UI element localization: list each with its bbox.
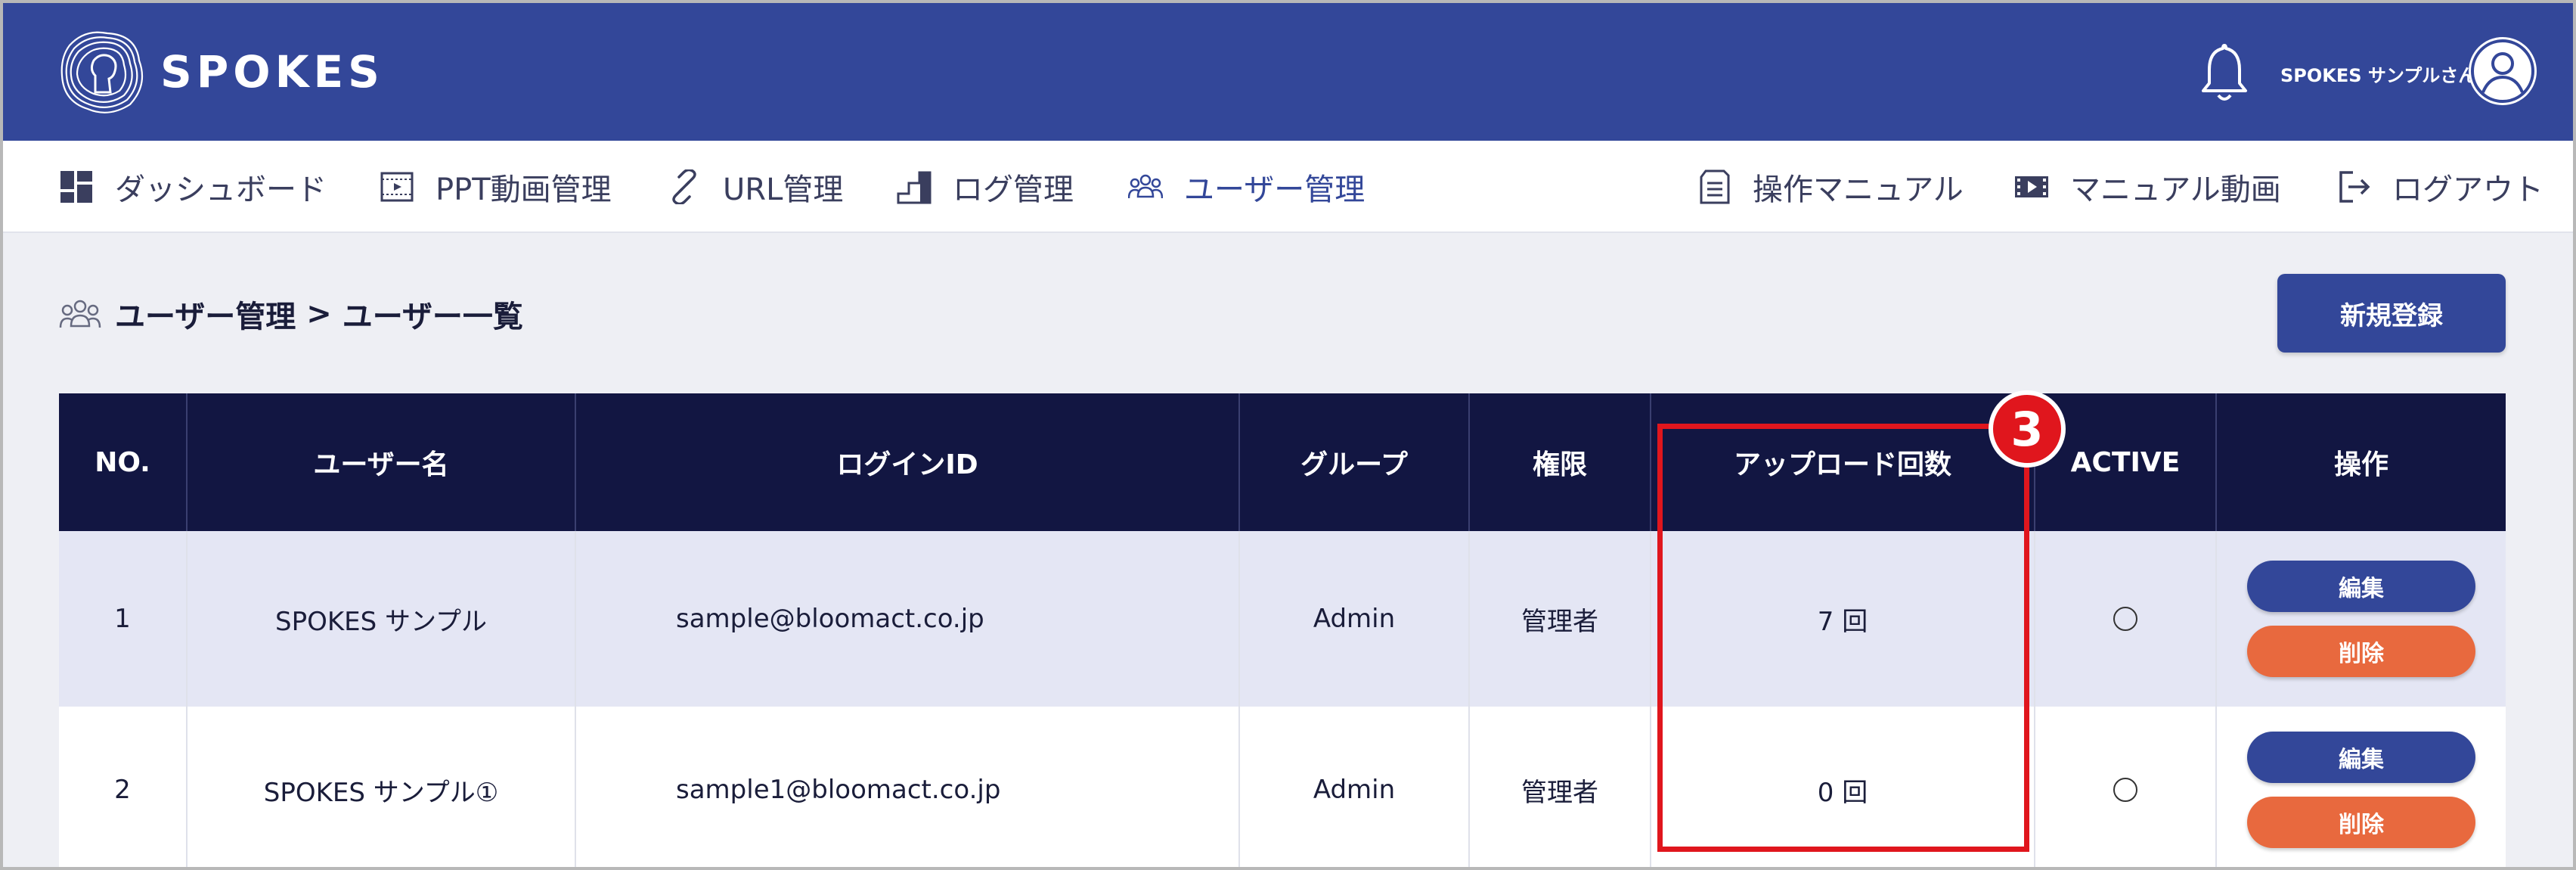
column-header-actions: 操作 [2333, 449, 2388, 480]
app-frame: SPOKES SPOKES サンプルさん ダッシュボード PPT動画管理 URL… [0, 0, 2576, 870]
dashboard-icon [60, 171, 92, 203]
nav-item-log[interactable]: ログ管理 [897, 141, 1074, 233]
cell-no: 2 [59, 707, 188, 867]
film-icon [2015, 176, 2048, 197]
highlight-box-uploads-column [1657, 424, 2029, 852]
table-row: 1 SPOKES サンプル sample@bloomact.co.jp Admi… [59, 531, 2506, 707]
log-stairs-icon [897, 171, 932, 204]
nav-item-manual[interactable]: 操作マニュアル [1697, 141, 1964, 233]
annotation-badge: 3 [1989, 390, 2066, 468]
logo-text: SPOKES [160, 46, 384, 98]
user-avatar-icon[interactable] [2466, 35, 2539, 107]
logo[interactable]: SPOKES [54, 23, 384, 121]
nav-label-dashboard: ダッシュボード [115, 172, 327, 207]
breadcrumb-separator: > [306, 297, 332, 331]
nav-item-manual-video[interactable]: マニュアル動画 [2014, 141, 2281, 233]
nav-label-ppt-video: PPT動画管理 [436, 172, 612, 207]
cell-active [2035, 531, 2217, 707]
cell-active [2035, 707, 2217, 867]
table-row: 2 SPOKES サンプル① sample1@bloomact.co.jp Ad… [59, 707, 2506, 867]
edit-button[interactable]: 編集 [2247, 732, 2475, 783]
cell-actions: 編集 削除 [2217, 531, 2506, 707]
cell-login-id: sample1@bloomact.co.jp [576, 707, 1240, 867]
cell-group: Admin [1240, 531, 1470, 707]
column-header-no: NO. [59, 393, 188, 531]
breadcrumb-parent[interactable]: ユーザー管理 [115, 292, 296, 336]
user-table: NO. ユーザー名 ログインID グループ 権限 アップロード回数 ACTIVE… [59, 393, 2506, 867]
nav-label-url: URL管理 [723, 172, 844, 207]
user-name: SPOKES サンプルさん [2280, 65, 2477, 86]
column-header-login-id: ログインID [576, 393, 1240, 531]
nav-label-logout: ログアウト [2392, 172, 2543, 207]
spokes-logo-icon [60, 31, 144, 113]
bell-icon[interactable] [2194, 39, 2255, 107]
active-status-circle [2113, 607, 2137, 631]
users-icon [59, 300, 101, 328]
breadcrumb-current: ユーザー一覧 [342, 300, 523, 334]
cell-username: SPOKES サンプル [188, 531, 576, 707]
document-icon [1700, 169, 1730, 204]
table-header: NO. ユーザー名 ログインID グループ 権限 アップロード回数 ACTIVE… [59, 393, 2506, 531]
cell-group: Admin [1240, 707, 1470, 867]
active-status-circle [2113, 778, 2137, 802]
breadcrumb: ユーザー管理 > ユーザー一覧 [59, 289, 523, 339]
column-header-group: グループ [1240, 393, 1470, 531]
new-register-button[interactable]: 新規登録 [2277, 274, 2506, 353]
column-header-username: ユーザー名 [188, 393, 576, 531]
column-header-role: 権限 [1470, 393, 1651, 531]
cell-login-id: sample@bloomact.co.jp [576, 531, 1240, 707]
nav-item-ppt-video[interactable]: PPT動画管理 [380, 141, 612, 233]
nav-item-user[interactable]: ユーザー管理 [1128, 141, 1365, 233]
edit-button[interactable]: 編集 [2247, 561, 2475, 612]
nav-label-manual-video: マニュアル動画 [2070, 172, 2281, 207]
delete-button[interactable]: 削除 [2247, 797, 2475, 848]
delete-button[interactable]: 削除 [2247, 626, 2475, 677]
nav-item-logout[interactable]: ログアウト [2336, 141, 2543, 233]
top-header: SPOKES SPOKES サンプルさん [3, 3, 2573, 141]
nav-label-manual: 操作マニュアル [1753, 172, 1964, 207]
cell-username: SPOKES サンプル① [188, 707, 576, 867]
cell-role: 管理者 [1470, 707, 1651, 867]
nav-label-user: ユーザー管理 [1184, 172, 1365, 207]
nav-bar: ダッシュボード PPT動画管理 URL管理 ログ管理 ユーザー管理 操作マニュア… [3, 141, 2573, 233]
video-file-icon [380, 172, 414, 202]
logout-icon [2339, 171, 2370, 203]
cell-role: 管理者 [1470, 531, 1651, 707]
link-icon [672, 169, 696, 204]
users-icon [1128, 174, 1163, 199]
nav-item-url[interactable]: URL管理 [667, 141, 843, 233]
cell-actions: 編集 削除 [2217, 707, 2506, 867]
nav-item-dashboard[interactable]: ダッシュボード [59, 141, 327, 233]
cell-no: 1 [59, 531, 188, 707]
nav-label-log: ログ管理 [953, 172, 1074, 207]
